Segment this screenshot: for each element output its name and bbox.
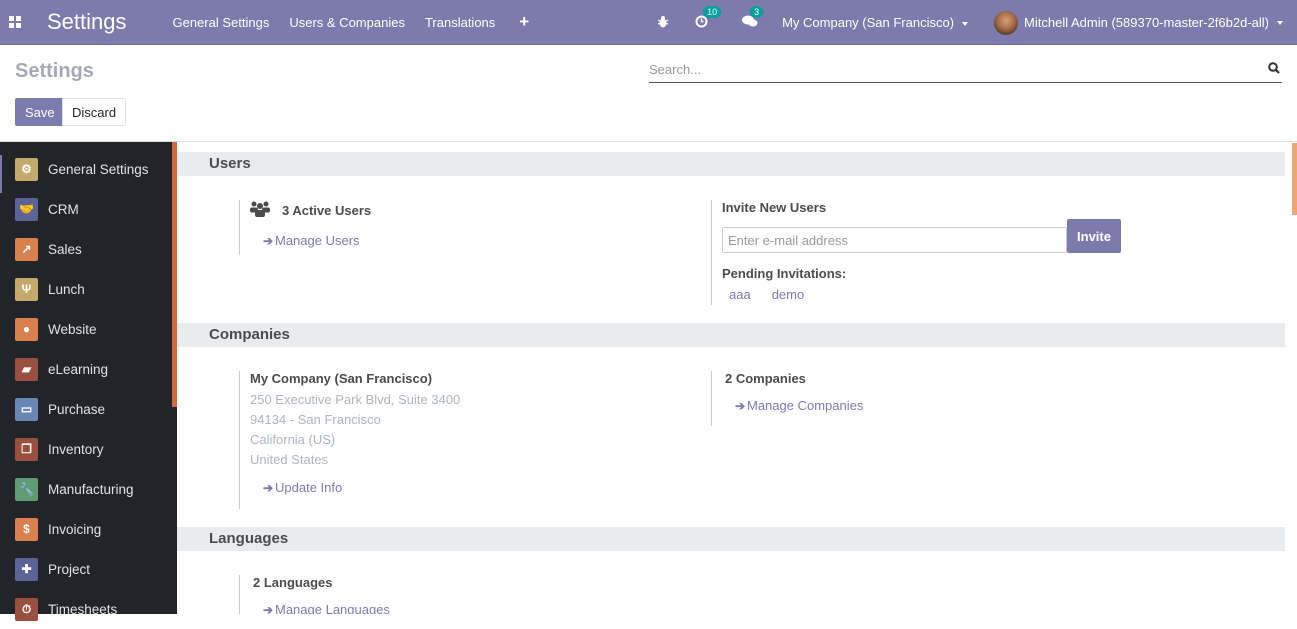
invite-email-input[interactable] [722,227,1067,253]
caret-down-icon [1277,20,1283,25]
menu-users-companies[interactable]: Users & Companies [279,15,415,30]
active-users-box: 3 Active Users ➔ Manage Users [239,200,371,255]
section-languages-title: Languages [177,527,1285,551]
debug-bug-icon[interactable] [657,15,669,31]
manage-companies-link[interactable]: ➔ Manage Companies [725,398,863,413]
menu-general-settings[interactable]: General Settings [163,15,280,30]
sidebar-item-label: Manufacturing [48,481,134,497]
sidebar-item-inventory[interactable]: ❒ Inventory [0,429,177,469]
users-group-icon [250,200,270,221]
page-title: Settings [15,60,94,82]
systray: 10 3 My Company (San Francisco) Mitchell… [647,0,1297,45]
apps-menu-icon[interactable] [9,16,21,28]
handshake-icon: 🤝 [15,197,38,221]
user-name: Mitchell Admin (589370-master-2f6b2d-all… [1024,15,1269,30]
sidebar-item-label: General Settings [48,161,149,177]
company-switcher[interactable]: My Company (San Francisco) [782,15,969,30]
puzzle-icon: ✚ [15,557,38,581]
active-users-count: 3 Active Users [282,203,372,218]
cutlery-icon: Ψ [15,277,38,301]
sidebar-item-label: Timesheets [48,601,118,617]
arrow-right-icon: ➔ [735,399,746,413]
section-companies-title: Companies [177,323,1285,347]
sidebar-item-crm[interactable]: 🤝 CRM [0,189,177,229]
languages-box: 2 Languages ➔ Manage Languages [239,575,390,614]
sidebar-item-label: Inventory [48,441,104,457]
pending-invitations-list: aaa demo [729,287,804,302]
section-users-title: Users [177,152,1285,176]
arrow-right-icon: ➔ [263,481,274,495]
invite-users-box: Invite New Users Invite Pending Invitati… [711,200,1131,305]
sidebar-item-label: eLearning [48,361,109,377]
manage-languages-link[interactable]: ➔ Manage Languages [253,602,390,614]
company-address: 250 Executive Park Blvd, Suite 3400 9413… [250,392,461,467]
pending-invitations-title: Pending Invitations: [722,266,847,281]
companies-count: 2 Companies [725,371,806,386]
company-name: My Company (San Francisco) [782,15,955,30]
sidebar-item-purchase[interactable]: ▭ Purchase [0,389,177,429]
company-name: My Company (San Francisco) [250,371,433,386]
activity-count-badge: 10 [703,5,722,18]
activity-clock-icon[interactable]: 10 [695,5,722,31]
update-info-link[interactable]: ➔ Update Info [250,480,460,495]
sidebar-item-sales[interactable]: ↗ Sales [0,229,177,269]
messages-count-badge: 3 [750,5,764,18]
search-input[interactable] [649,59,1249,77]
stopwatch-icon: ⏱ [15,597,38,621]
save-button[interactable]: Save [15,98,65,126]
app-title: Settings [47,9,127,34]
messages-chat-icon[interactable]: 3 [742,5,764,31]
search-bar [649,59,1282,83]
caret-down-icon [962,21,969,26]
avatar [994,10,1019,35]
arrow-right-icon: ➔ [263,234,274,248]
invite-title: Invite New Users [722,200,827,215]
globe-icon: ● [15,317,38,341]
manage-users-link[interactable]: ➔ Manage Users [250,233,371,248]
invite-button[interactable]: Invite [1067,219,1121,253]
main-menu: General Settings Users & Companies Trans… [163,15,506,30]
invoice-icon: $ [15,517,38,541]
chart-icon: ↗ [15,237,38,261]
scrollbar-thumb[interactable] [1292,143,1297,215]
sidebar-item-project[interactable]: ✚ Project [0,549,177,589]
sidebar-item-timesheets[interactable]: ⏱ Timesheets [0,589,177,629]
sidebar-item-label: Project [48,561,91,577]
settings-sidebar: ⚙ General Settings 🤝 CRM ↗ Sales Ψ Lunch ● Websit… [0,142,177,621]
sidebar-item-label: Purchase [48,401,106,417]
sidebar-item-label: Lunch [48,281,85,297]
languages-count: 2 Languages [253,575,333,590]
gear-icon: ⚙ [15,157,38,181]
company-info-box: My Company (San Francisco) 250 Executive… [239,371,460,509]
box-icon: ❒ [15,437,38,461]
sidebar-item-elearning[interactable]: ▰ eLearning [0,349,177,389]
elearning-icon: ▰ [15,357,38,381]
search-icon[interactable] [1268,62,1280,77]
top-navbar: Settings General Settings Users & Compan… [0,0,1297,45]
discard-button[interactable]: Discard [62,98,127,126]
control-panel: Settings Save Discard [0,45,1297,142]
sidebar-item-label: Website [48,321,97,337]
sidebar-item-website[interactable]: ● Website [0,309,177,349]
arrow-right-icon: ➔ [263,603,274,614]
sidebar-item-invoicing[interactable]: $ Invoicing [0,509,177,549]
sidebar-item-manufacturing[interactable]: 🔧 Manufacturing [0,469,177,509]
settings-content: Users 3 Active Users ➔ Manage Users Invit… [177,142,1297,614]
pending-invitation[interactable]: aaa [729,287,751,302]
sidebar-item-general-settings[interactable]: ⚙ General Settings [0,149,177,193]
sidebar-item-label: CRM [48,201,79,217]
sidebar-item-label: Sales [48,241,82,257]
sidebar-item-lunch[interactable]: Ψ Lunch [0,269,177,309]
plus-icon[interactable]: + [519,12,529,32]
sidebar-item-label: Invoicing [48,521,102,537]
wrench-icon: 🔧 [15,477,38,501]
companies-count-box: 2 Companies ➔ Manage Companies [711,371,863,426]
pending-invitation[interactable]: demo [772,287,805,302]
menu-translations[interactable]: Translations [415,15,505,30]
credit-card-icon: ▭ [15,397,38,421]
user-menu[interactable]: Mitchell Admin (589370-master-2f6b2d-all… [994,10,1283,35]
